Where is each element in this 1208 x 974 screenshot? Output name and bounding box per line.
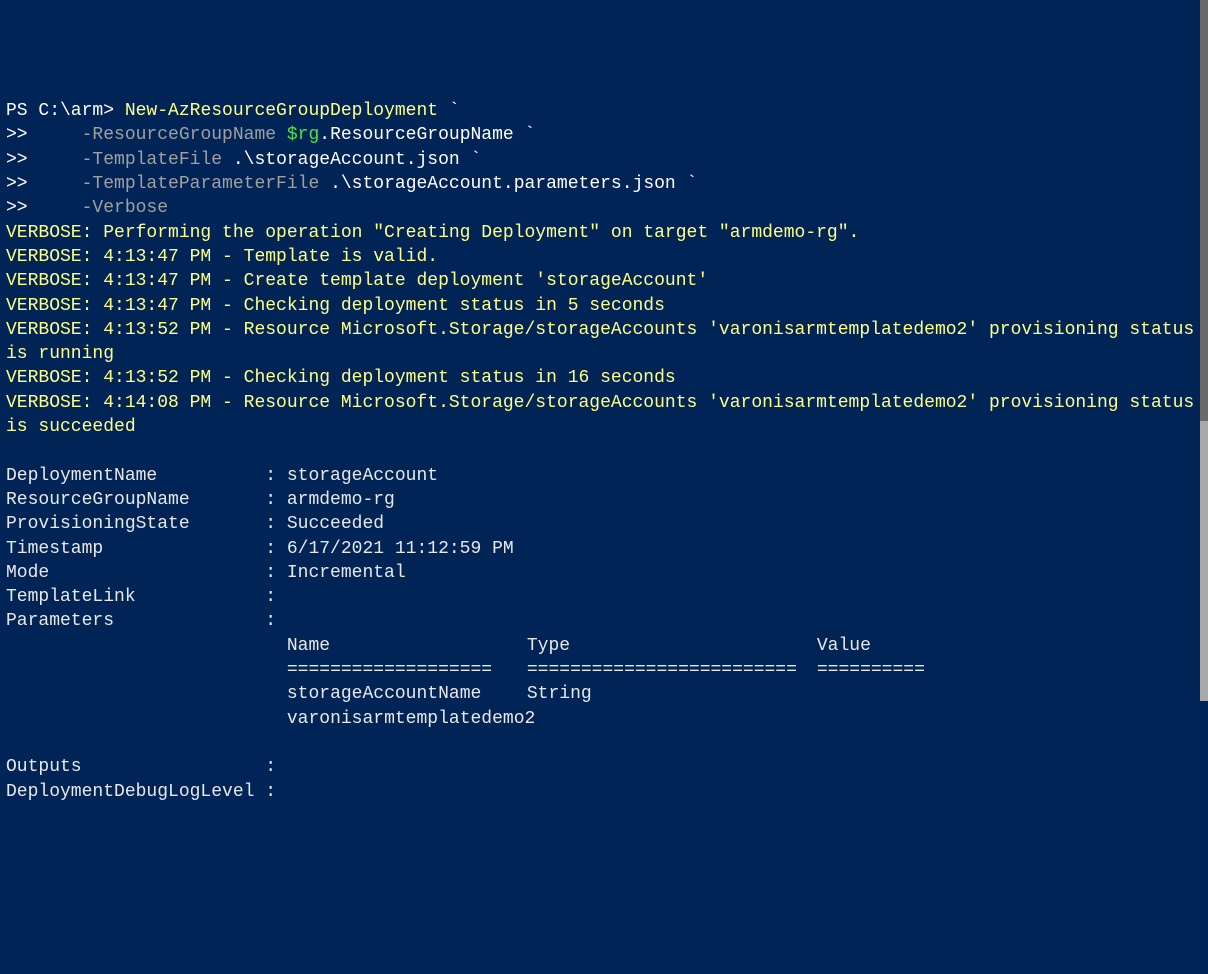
verbose-line: VERBOSE: 4:13:47 PM - Checking deploymen…	[6, 294, 1202, 318]
command-line-3: >> -TemplateFile .\storageAccount.json `	[6, 148, 1202, 172]
param-table-underline: ========================================…	[6, 658, 1202, 682]
param-table-row: storageAccountName String	[6, 682, 1202, 706]
terminal-output[interactable]: PS C:\arm> New-AzResourceGroupDeployment…	[6, 99, 1202, 804]
prompt-sep: >	[103, 101, 125, 121]
member-resourcegroupname: .ResourceGroupName	[319, 125, 513, 145]
blank-line	[6, 439, 1202, 463]
continuation-prompt: >>	[6, 174, 82, 194]
param-verbose: -Verbose	[82, 198, 168, 218]
prompt-ps: PS	[6, 101, 38, 121]
verbose-line: VERBOSE: Performing the operation "Creat…	[6, 221, 1202, 245]
line-continuation: `	[460, 150, 482, 170]
line-continuation: `	[438, 101, 460, 121]
verbose-line: VERBOSE: 4:13:52 PM - Resource Microsoft…	[6, 318, 1202, 367]
result-resourcegroupname: ResourceGroupName : armdemo-rg	[6, 488, 1202, 512]
verbose-line: VERBOSE: 4:13:47 PM - Template is valid.	[6, 245, 1202, 269]
verbose-line: VERBOSE: 4:13:52 PM - Checking deploymen…	[6, 366, 1202, 390]
param-table-row: varonisarmtemplatedemo2	[6, 707, 1202, 731]
param-value: varonisarmtemplatedemo2	[287, 709, 535, 729]
param-templatefile: -TemplateFile	[82, 150, 233, 170]
result-timestamp: Timestamp : 6/17/2021 11:12:59 PM	[6, 537, 1202, 561]
param-type: String	[527, 684, 592, 704]
param-resourcegroupname: -ResourceGroupName	[82, 125, 287, 145]
param-table-header: Name Type Value	[6, 634, 1202, 658]
param-name: storageAccountName	[287, 684, 481, 704]
header-type: Type	[527, 636, 570, 656]
continuation-prompt: >>	[6, 198, 82, 218]
line-continuation: `	[514, 125, 536, 145]
prompt-path: C:\arm	[38, 101, 103, 121]
template-file-path: .\storageAccount.json	[233, 150, 460, 170]
template-param-file-path: .\storageAccount.parameters.json	[330, 174, 676, 194]
line-continuation: `	[676, 174, 698, 194]
command-line-5: >> -Verbose	[6, 196, 1202, 220]
scrollbar-vertical[interactable]	[1200, 0, 1208, 701]
command-line-4: >> -TemplateParameterFile .\storageAccou…	[6, 172, 1202, 196]
param-templateparameterfile: -TemplateParameterFile	[82, 174, 330, 194]
result-deploymentname: DeploymentName : storageAccount	[6, 464, 1202, 488]
command-line-2: >> -ResourceGroupName $rg.ResourceGroupN…	[6, 123, 1202, 147]
blank-line	[6, 731, 1202, 755]
result-templatelink: TemplateLink :	[6, 585, 1202, 609]
continuation-prompt: >>	[6, 125, 82, 145]
result-parameters-label: Parameters :	[6, 609, 1202, 633]
continuation-prompt: >>	[6, 150, 82, 170]
header-value: Value	[817, 636, 871, 656]
result-debugloglevel: DeploymentDebugLogLevel :	[6, 780, 1202, 804]
cmdlet-name: New-AzResourceGroupDeployment	[125, 101, 438, 121]
result-outputs: Outputs :	[6, 755, 1202, 779]
verbose-line: VERBOSE: 4:14:08 PM - Resource Microsoft…	[6, 391, 1202, 440]
result-provisioningstate: ProvisioningState : Succeeded	[6, 512, 1202, 536]
scrollbar-thumb[interactable]	[1200, 0, 1208, 421]
variable-rg: $rg	[287, 125, 319, 145]
result-mode: Mode : Incremental	[6, 561, 1202, 585]
header-name: Name	[287, 636, 330, 656]
command-line-1: PS C:\arm> New-AzResourceGroupDeployment…	[6, 99, 1202, 123]
verbose-line: VERBOSE: 4:13:47 PM - Create template de…	[6, 269, 1202, 293]
